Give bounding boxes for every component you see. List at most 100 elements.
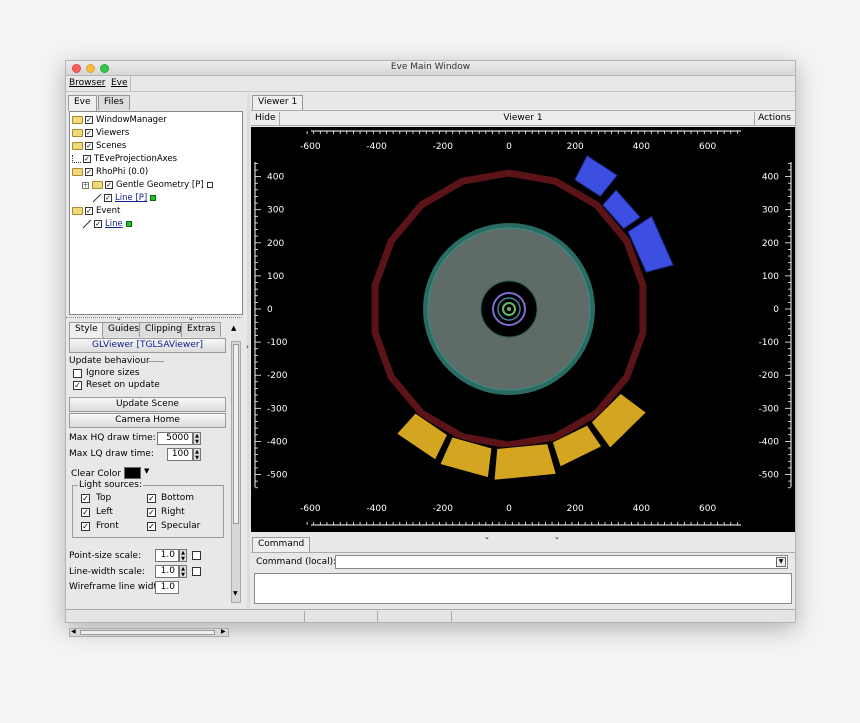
tab-viewer-1[interactable]: Viewer 1 xyxy=(252,95,304,110)
scroll-up-arrow-icon[interactable]: ▲ xyxy=(231,324,236,332)
tree-item[interactable]: ✓ Event xyxy=(72,205,120,217)
tree-item[interactable]: ✓ Line [P] xyxy=(92,192,157,204)
max-lq-input[interactable]: 100 xyxy=(167,448,193,461)
tree-item[interactable]: ✓ Line xyxy=(82,218,132,230)
folder-icon xyxy=(92,181,103,189)
light-bottom-label: Bottom xyxy=(161,493,195,503)
y-tick-label-right: -100 xyxy=(759,338,780,348)
light-left-label: Left xyxy=(96,507,113,517)
viewer-splitter-left-chevron-icon[interactable]: ⌄ xyxy=(484,533,490,541)
tree-item[interactable]: ✓ Scenes xyxy=(72,140,126,152)
point-size-spinner[interactable]: ▲ ▼ xyxy=(179,549,187,562)
visibility-checkbox[interactable]: ✓ xyxy=(85,142,93,150)
x-tick-label-top: 0 xyxy=(506,142,512,152)
splitter-right-chevron-icon: ⌄ xyxy=(188,314,194,322)
command-dropdown-arrow-icon[interactable]: ▼ xyxy=(776,557,786,567)
y-tick-label-right: -200 xyxy=(759,371,780,381)
light-front-checkbox[interactable]: ✓ xyxy=(81,522,90,531)
wireframe-input[interactable]: 1.0 xyxy=(155,581,179,594)
clear-color-swatch[interactable] xyxy=(124,467,141,479)
ignore-sizes-checkbox[interactable] xyxy=(73,369,82,378)
line-width-checkbox[interactable] xyxy=(192,567,201,576)
title-bar[interactable]: Eve Main Window xyxy=(66,61,795,76)
light-top-checkbox[interactable]: ✓ xyxy=(81,494,90,503)
eve-list-tree[interactable]: ✓ WindowManager ✓ Viewers ✓ Scenes ✓ TEveProjec… xyxy=(69,111,243,315)
tab-eve[interactable]: Eve xyxy=(68,95,97,111)
line-width-input[interactable]: 1.0 xyxy=(155,565,179,578)
gold-tower xyxy=(590,392,648,449)
actions-button[interactable]: Actions xyxy=(754,112,794,125)
update-scene-button[interactable]: Update Scene xyxy=(69,397,226,412)
reset-on-update-checkbox[interactable]: ✓ xyxy=(73,381,82,390)
line-width-spinner[interactable]: ▲ ▼ xyxy=(179,565,187,578)
y-tick-label-left: -400 xyxy=(267,437,288,447)
glviewer-header[interactable]: GLViewer [TGLSAViewer] xyxy=(69,338,226,353)
color-marker-icon[interactable] xyxy=(125,221,132,227)
visibility-checkbox[interactable]: ✓ xyxy=(105,181,113,189)
color-marker-icon[interactable] xyxy=(150,195,157,201)
tree-item-label: Line xyxy=(105,219,123,229)
y-tick-label-left: -300 xyxy=(267,404,288,414)
gl-viewport[interactable]: -600 -400 -200 0 200 400 600 -600 -400 -200 0 200 4… xyxy=(251,127,795,532)
tree-item-label: RhoPhi (0.0) xyxy=(96,167,149,177)
menu-eve[interactable]: Eve xyxy=(111,78,128,88)
tree-item-label: Event xyxy=(96,206,121,216)
axes-icon xyxy=(72,155,81,163)
style-editor: GLViewer [TGLSAViewer] Update behaviour … xyxy=(69,338,229,608)
x-tick-label-top: -600 xyxy=(300,142,321,152)
visibility-checkbox[interactable]: ✓ xyxy=(85,129,93,137)
y-tick-label-left: 300 xyxy=(267,206,284,216)
visibility-checkbox[interactable]: ✓ xyxy=(85,116,93,124)
command-label: Command (local): xyxy=(256,557,337,567)
viewer-splitter-right-chevron-icon[interactable]: ⌄ xyxy=(554,533,560,541)
scroll-down-arrow-icon[interactable]: ▼ xyxy=(233,590,238,597)
command-row: Command (local): ▼ xyxy=(251,552,795,570)
visibility-checkbox[interactable]: ✓ xyxy=(83,155,91,163)
tree-item[interactable]: ✓ RhoPhi (0.0) xyxy=(72,166,148,178)
scroll-right-arrow-icon[interactable]: ▶ xyxy=(221,628,226,635)
light-specular-checkbox[interactable]: ✓ xyxy=(147,522,156,531)
light-right-checkbox[interactable]: ✓ xyxy=(147,508,156,517)
x-tick-label-top: -200 xyxy=(433,142,454,152)
expand-icon[interactable]: + xyxy=(82,181,89,189)
tree-item[interactable]: ✓ WindowManager xyxy=(72,114,167,126)
light-bottom-checkbox[interactable]: ✓ xyxy=(147,494,156,503)
visibility-checkbox[interactable]: ✓ xyxy=(104,194,112,202)
light-left-checkbox[interactable]: ✓ xyxy=(81,508,90,517)
x-tick-label-bottom: 200 xyxy=(567,504,584,514)
vertical-splitter[interactable]: › xyxy=(246,93,250,608)
visibility-checkbox[interactable]: ✓ xyxy=(85,168,93,176)
point-size-checkbox[interactable] xyxy=(192,551,201,560)
tree-item[interactable]: + ✓ Gentle Geometry [P] xyxy=(82,179,213,191)
tab-command[interactable]: Command xyxy=(252,537,311,552)
hscroll-thumb[interactable] xyxy=(80,630,215,635)
scroll-left-arrow-icon[interactable]: ◀ xyxy=(71,628,76,635)
y-tick-label-left: 400 xyxy=(267,173,284,183)
interaction-point xyxy=(507,307,511,311)
visibility-checkbox[interactable]: ✓ xyxy=(85,207,93,215)
light-sources-label: Light sources: xyxy=(78,480,143,490)
tab-extras[interactable]: Extras xyxy=(181,322,222,337)
tree-item[interactable]: ✓ Viewers xyxy=(72,127,129,139)
color-marker-icon[interactable] xyxy=(206,182,213,188)
editor-horizontal-scrollbar[interactable]: ◀ ▶ xyxy=(69,628,229,637)
x-tick-label-bottom: -600 xyxy=(300,504,321,514)
menu-eve-label: Eve xyxy=(111,78,128,88)
max-hq-input[interactable]: 5000 xyxy=(157,432,193,445)
tree-item[interactable]: ✓ TEveProjectionAxes xyxy=(72,153,177,165)
blue-tower xyxy=(574,154,618,197)
command-input[interactable]: ▼ xyxy=(335,555,788,569)
max-lq-spinner[interactable]: ▲ ▼ xyxy=(193,448,201,461)
tab-files[interactable]: Files xyxy=(98,95,130,110)
camera-home-button[interactable]: Camera Home xyxy=(69,413,226,428)
y-tick-label-right: 400 xyxy=(762,173,779,183)
editor-vertical-scrollbar[interactable]: ▼ xyxy=(231,341,241,603)
scrollbar-thumb[interactable] xyxy=(233,344,239,524)
rhophi-projection-canvas[interactable]: -600 -400 -200 0 200 400 600 -600 -400 -200 0 200 4… xyxy=(251,127,795,532)
tab-style[interactable]: Style xyxy=(69,322,104,338)
menu-browser[interactable]: Browser xyxy=(69,78,105,88)
point-size-input[interactable]: 1.0 xyxy=(155,549,179,562)
max-hq-spinner[interactable]: ▲ ▼ xyxy=(193,432,201,445)
visibility-checkbox[interactable]: ✓ xyxy=(94,220,102,228)
color-dropdown-arrow-icon[interactable]: ▼ xyxy=(144,467,149,475)
